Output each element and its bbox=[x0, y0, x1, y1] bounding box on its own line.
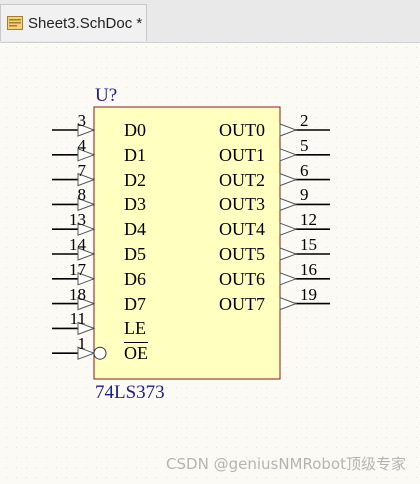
output-arrow-icon bbox=[279, 247, 298, 261]
watermark: CSDN @geniusNMRobot顶级专家 bbox=[166, 455, 406, 473]
pin-name: D0 bbox=[124, 120, 146, 140]
document-tab-bar: Sheet3.SchDoc * bbox=[0, 0, 420, 43]
pin-name: LE bbox=[124, 318, 146, 339]
pin-number: 19 bbox=[300, 284, 317, 304]
pin-name: OUT0 bbox=[219, 120, 265, 140]
schematic-canvas[interactable]: U? 74LS373 3 D0 4 D1 7 D2 8 D3 13 D4 14 D5 17 D6 18 D7 1… bbox=[0, 43, 420, 484]
pin-number: 3 bbox=[77, 111, 87, 130]
pin-number: 2 bbox=[300, 111, 309, 130]
pin-number: 11 bbox=[69, 309, 86, 329]
output-arrow-icon bbox=[279, 172, 298, 187]
pin-name: OUT5 bbox=[219, 244, 265, 264]
pin-number: 5 bbox=[300, 135, 309, 155]
output-arrow-icon bbox=[279, 222, 298, 236]
pin-name: OUT3 bbox=[219, 194, 265, 215]
pin-name: OE bbox=[124, 343, 148, 364]
pin-number: 7 bbox=[77, 160, 87, 180]
tab-sheet3[interactable]: Sheet3.SchDoc * bbox=[0, 4, 147, 41]
pin-name: OUT6 bbox=[219, 268, 265, 289]
pin-number: 14 bbox=[69, 235, 86, 254]
pin-name: OUT4 bbox=[219, 219, 265, 240]
pin-number: 12 bbox=[300, 210, 317, 230]
pin-name: OUT1 bbox=[219, 144, 265, 165]
pin-number: 8 bbox=[77, 185, 87, 205]
pin-number: 18 bbox=[69, 284, 86, 304]
output-arrow-icon bbox=[279, 272, 298, 286]
pin-name: D3 bbox=[124, 194, 146, 215]
tab-label: Sheet3.SchDoc * bbox=[28, 14, 143, 32]
pin-number: 6 bbox=[300, 160, 309, 180]
pin-number: 15 bbox=[300, 235, 317, 254]
pin-name: D4 bbox=[124, 219, 146, 240]
pin-name: OUT7 bbox=[219, 293, 265, 314]
schematic-document-icon bbox=[7, 16, 23, 30]
inversion-bubble-icon bbox=[93, 346, 107, 360]
pin-name: D7 bbox=[124, 293, 146, 314]
pin-name: D1 bbox=[124, 144, 146, 165]
pin-number: 16 bbox=[300, 259, 317, 279]
output-arrow-icon bbox=[279, 123, 298, 137]
pin-number: 4 bbox=[77, 135, 87, 155]
pin-number: 9 bbox=[300, 185, 309, 205]
output-arrow-icon bbox=[279, 197, 298, 212]
pin-number: 1 bbox=[77, 334, 87, 354]
output-arrow-icon bbox=[279, 148, 298, 162]
pin-name: D6 bbox=[124, 268, 146, 289]
pin-number: 13 bbox=[69, 210, 86, 230]
component-74ls373[interactable] bbox=[0, 43, 420, 484]
pin-name: D2 bbox=[124, 169, 146, 190]
pin-name: OUT2 bbox=[219, 169, 265, 190]
pin-name: D5 bbox=[124, 244, 146, 264]
pin-number: 17 bbox=[69, 259, 86, 279]
component-designator[interactable]: U? bbox=[95, 86, 117, 105]
output-arrow-icon bbox=[279, 296, 298, 311]
component-comment[interactable]: 74LS373 bbox=[95, 383, 165, 402]
